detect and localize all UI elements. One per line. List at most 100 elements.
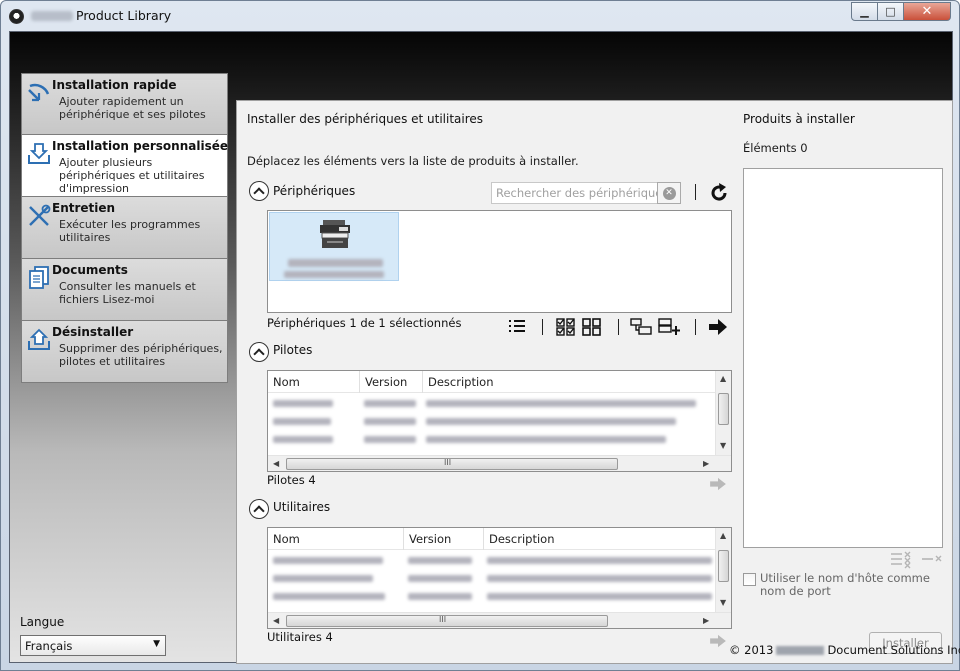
title-bar: Product Library ▁ □ ✕	[1, 1, 959, 31]
column-header-description[interactable]: Description	[484, 528, 716, 550]
select-all-icon[interactable]	[556, 318, 576, 336]
use-hostname-checkbox[interactable]	[743, 573, 756, 586]
device-list[interactable]	[267, 210, 732, 313]
sidebar-item-custom-install[interactable]: Installation personnalisée Ajouter plusi…	[21, 135, 228, 197]
table-cell-blurred	[426, 400, 696, 407]
printer-icon	[320, 220, 350, 248]
deselect-all-icon[interactable]	[582, 318, 602, 336]
table-row[interactable]	[273, 436, 333, 443]
sidebar-item-title: Installation personnalisée	[52, 139, 228, 153]
clear-icon: ✕	[662, 186, 676, 200]
horizontal-scrollbar[interactable]: ◀ III ▶	[268, 455, 731, 471]
language-selected-value: Français	[25, 639, 73, 653]
horizontal-scrollbar[interactable]: ◀ III ▶	[268, 612, 731, 628]
sidebar-item-desc: Ajouter plusieurs périphériques et utili…	[59, 156, 205, 195]
sidebar-item-desc: Exécuter les programmes utilitaires	[59, 218, 201, 244]
minimize-button[interactable]: ▁	[851, 2, 878, 21]
vertical-scrollbar[interactable]: ▲ ▼	[715, 371, 731, 455]
table-cell-blurred	[364, 400, 416, 407]
maintenance-tools-icon	[29, 204, 51, 226]
scrollbar-thumb[interactable]	[718, 550, 729, 582]
scroll-up-icon[interactable]: ▲	[720, 531, 726, 540]
list-view-icon[interactable]	[507, 318, 527, 336]
column-header-version[interactable]: Version	[360, 371, 423, 393]
sidebar-item-quick-install[interactable]: Installation rapide Ajouter rapidement u…	[21, 73, 228, 135]
column-header-version[interactable]: Version	[404, 528, 484, 550]
add-utilities-arrow-icon[interactable]	[709, 634, 727, 648]
scroll-down-icon[interactable]: ▼	[720, 598, 726, 607]
scrollbar-thumb[interactable]: III	[286, 458, 618, 470]
clear-selection-icon[interactable]	[890, 551, 912, 569]
table-row[interactable]	[273, 418, 331, 425]
table-cell-blurred	[364, 418, 416, 425]
scroll-left-icon[interactable]: ◀	[273, 459, 279, 468]
sidebar-item-maintenance[interactable]: Entretien Exécuter les programmes utilit…	[21, 197, 228, 259]
column-header-name[interactable]: Nom	[268, 371, 360, 393]
column-header-name[interactable]: Nom	[268, 528, 404, 550]
brand-name-blurred	[776, 646, 825, 655]
toolbar-separator	[695, 184, 696, 200]
products-to-install-list[interactable]	[743, 168, 943, 548]
table-cell-blurred	[487, 557, 712, 564]
scroll-left-icon[interactable]: ◀	[273, 616, 279, 625]
add-drivers-arrow-icon[interactable]	[709, 477, 727, 491]
devices-selected-status: Périphériques 1 de 1 sélectionnés	[267, 316, 462, 330]
device-search-input[interactable]: Rechercher des périphériques	[491, 182, 681, 204]
language-label: Langue	[20, 615, 65, 629]
utilities-table[interactable]: Nom Version Description ▲ ▼ ◀ III ▶	[267, 527, 732, 629]
scrollbar-thumb[interactable]: III	[286, 615, 608, 627]
scroll-down-icon[interactable]: ▼	[720, 441, 726, 450]
table-header: Nom Version Description	[268, 528, 716, 550]
scroll-grip: III	[444, 458, 452, 467]
add-device-icon[interactable]	[658, 318, 682, 336]
collapse-drivers-button[interactable]	[249, 342, 269, 362]
collapse-utilities-button[interactable]	[249, 499, 269, 519]
device-address-blurred	[284, 271, 384, 278]
vertical-scrollbar[interactable]: ▲ ▼	[715, 528, 731, 612]
table-cell-blurred	[487, 593, 712, 600]
maximize-button[interactable]: □	[877, 2, 904, 21]
sidebar-item-uninstall[interactable]: Désinstaller Supprimer des périphériques…	[21, 321, 228, 383]
sidebar-item-desc: Supprimer des périphériques, pilotes et …	[59, 342, 223, 368]
remove-item-icon[interactable]	[921, 552, 943, 566]
device-tile-selected[interactable]	[269, 212, 399, 281]
app-logo-icon	[9, 9, 24, 24]
table-cell-blurred	[426, 418, 676, 425]
table-row[interactable]	[273, 400, 333, 407]
products-element-count: Éléments 0	[743, 141, 808, 155]
close-button[interactable]: ✕	[903, 2, 951, 21]
clear-search-button[interactable]: ✕	[657, 182, 681, 204]
scroll-up-icon[interactable]: ▲	[720, 374, 726, 383]
collapse-devices-button[interactable]	[249, 181, 269, 201]
add-to-install-arrow-icon[interactable]	[708, 318, 728, 336]
network-devices-icon[interactable]	[630, 318, 654, 336]
language-select[interactable]: Français ▼	[20, 635, 166, 656]
scroll-grip: III	[439, 615, 447, 624]
table-cell-blurred	[426, 436, 666, 443]
table-row[interactable]	[273, 575, 373, 582]
table-row[interactable]	[273, 557, 383, 564]
client-area: Installation rapide Ajouter rapidement u…	[9, 31, 953, 664]
drivers-section-title: Pilotes	[273, 343, 313, 357]
application-window: Product Library ▁ □ ✕ Installation rapid…	[0, 0, 960, 671]
table-cell-blurred	[408, 593, 472, 600]
scroll-right-icon[interactable]: ▶	[703, 459, 709, 468]
drivers-count: Pilotes 4	[267, 473, 316, 487]
products-title: Produits à installer	[743, 112, 855, 126]
table-cell-blurred	[408, 575, 472, 582]
scrollbar-thumb[interactable]	[718, 393, 729, 425]
drivers-table[interactable]: Nom Version Description ▲ ▼ ◀ III ▶	[267, 370, 732, 472]
sidebar-item-desc: Consulter les manuels et fichiers Lisez-…	[59, 280, 196, 306]
sidebar-item-title: Installation rapide	[52, 78, 177, 92]
column-header-description[interactable]: Description	[423, 371, 716, 393]
scroll-right-icon[interactable]: ▶	[703, 616, 709, 625]
utilities-section-title: Utilitaires	[273, 500, 331, 514]
instruction-text: Déplacez les éléments vers la liste de p…	[247, 154, 579, 168]
quick-install-icon	[28, 83, 50, 102]
toolbar-separator	[695, 319, 696, 335]
use-hostname-label: Utiliser le nom d'hôte comme nom de port	[760, 571, 930, 598]
sidebar-item-documents[interactable]: Documents Consulter les manuels et fichi…	[21, 259, 228, 321]
sidebar-item-desc: Ajouter rapidement un périphérique et se…	[59, 95, 206, 121]
table-row[interactable]	[273, 593, 385, 600]
refresh-icon[interactable]	[709, 183, 729, 203]
